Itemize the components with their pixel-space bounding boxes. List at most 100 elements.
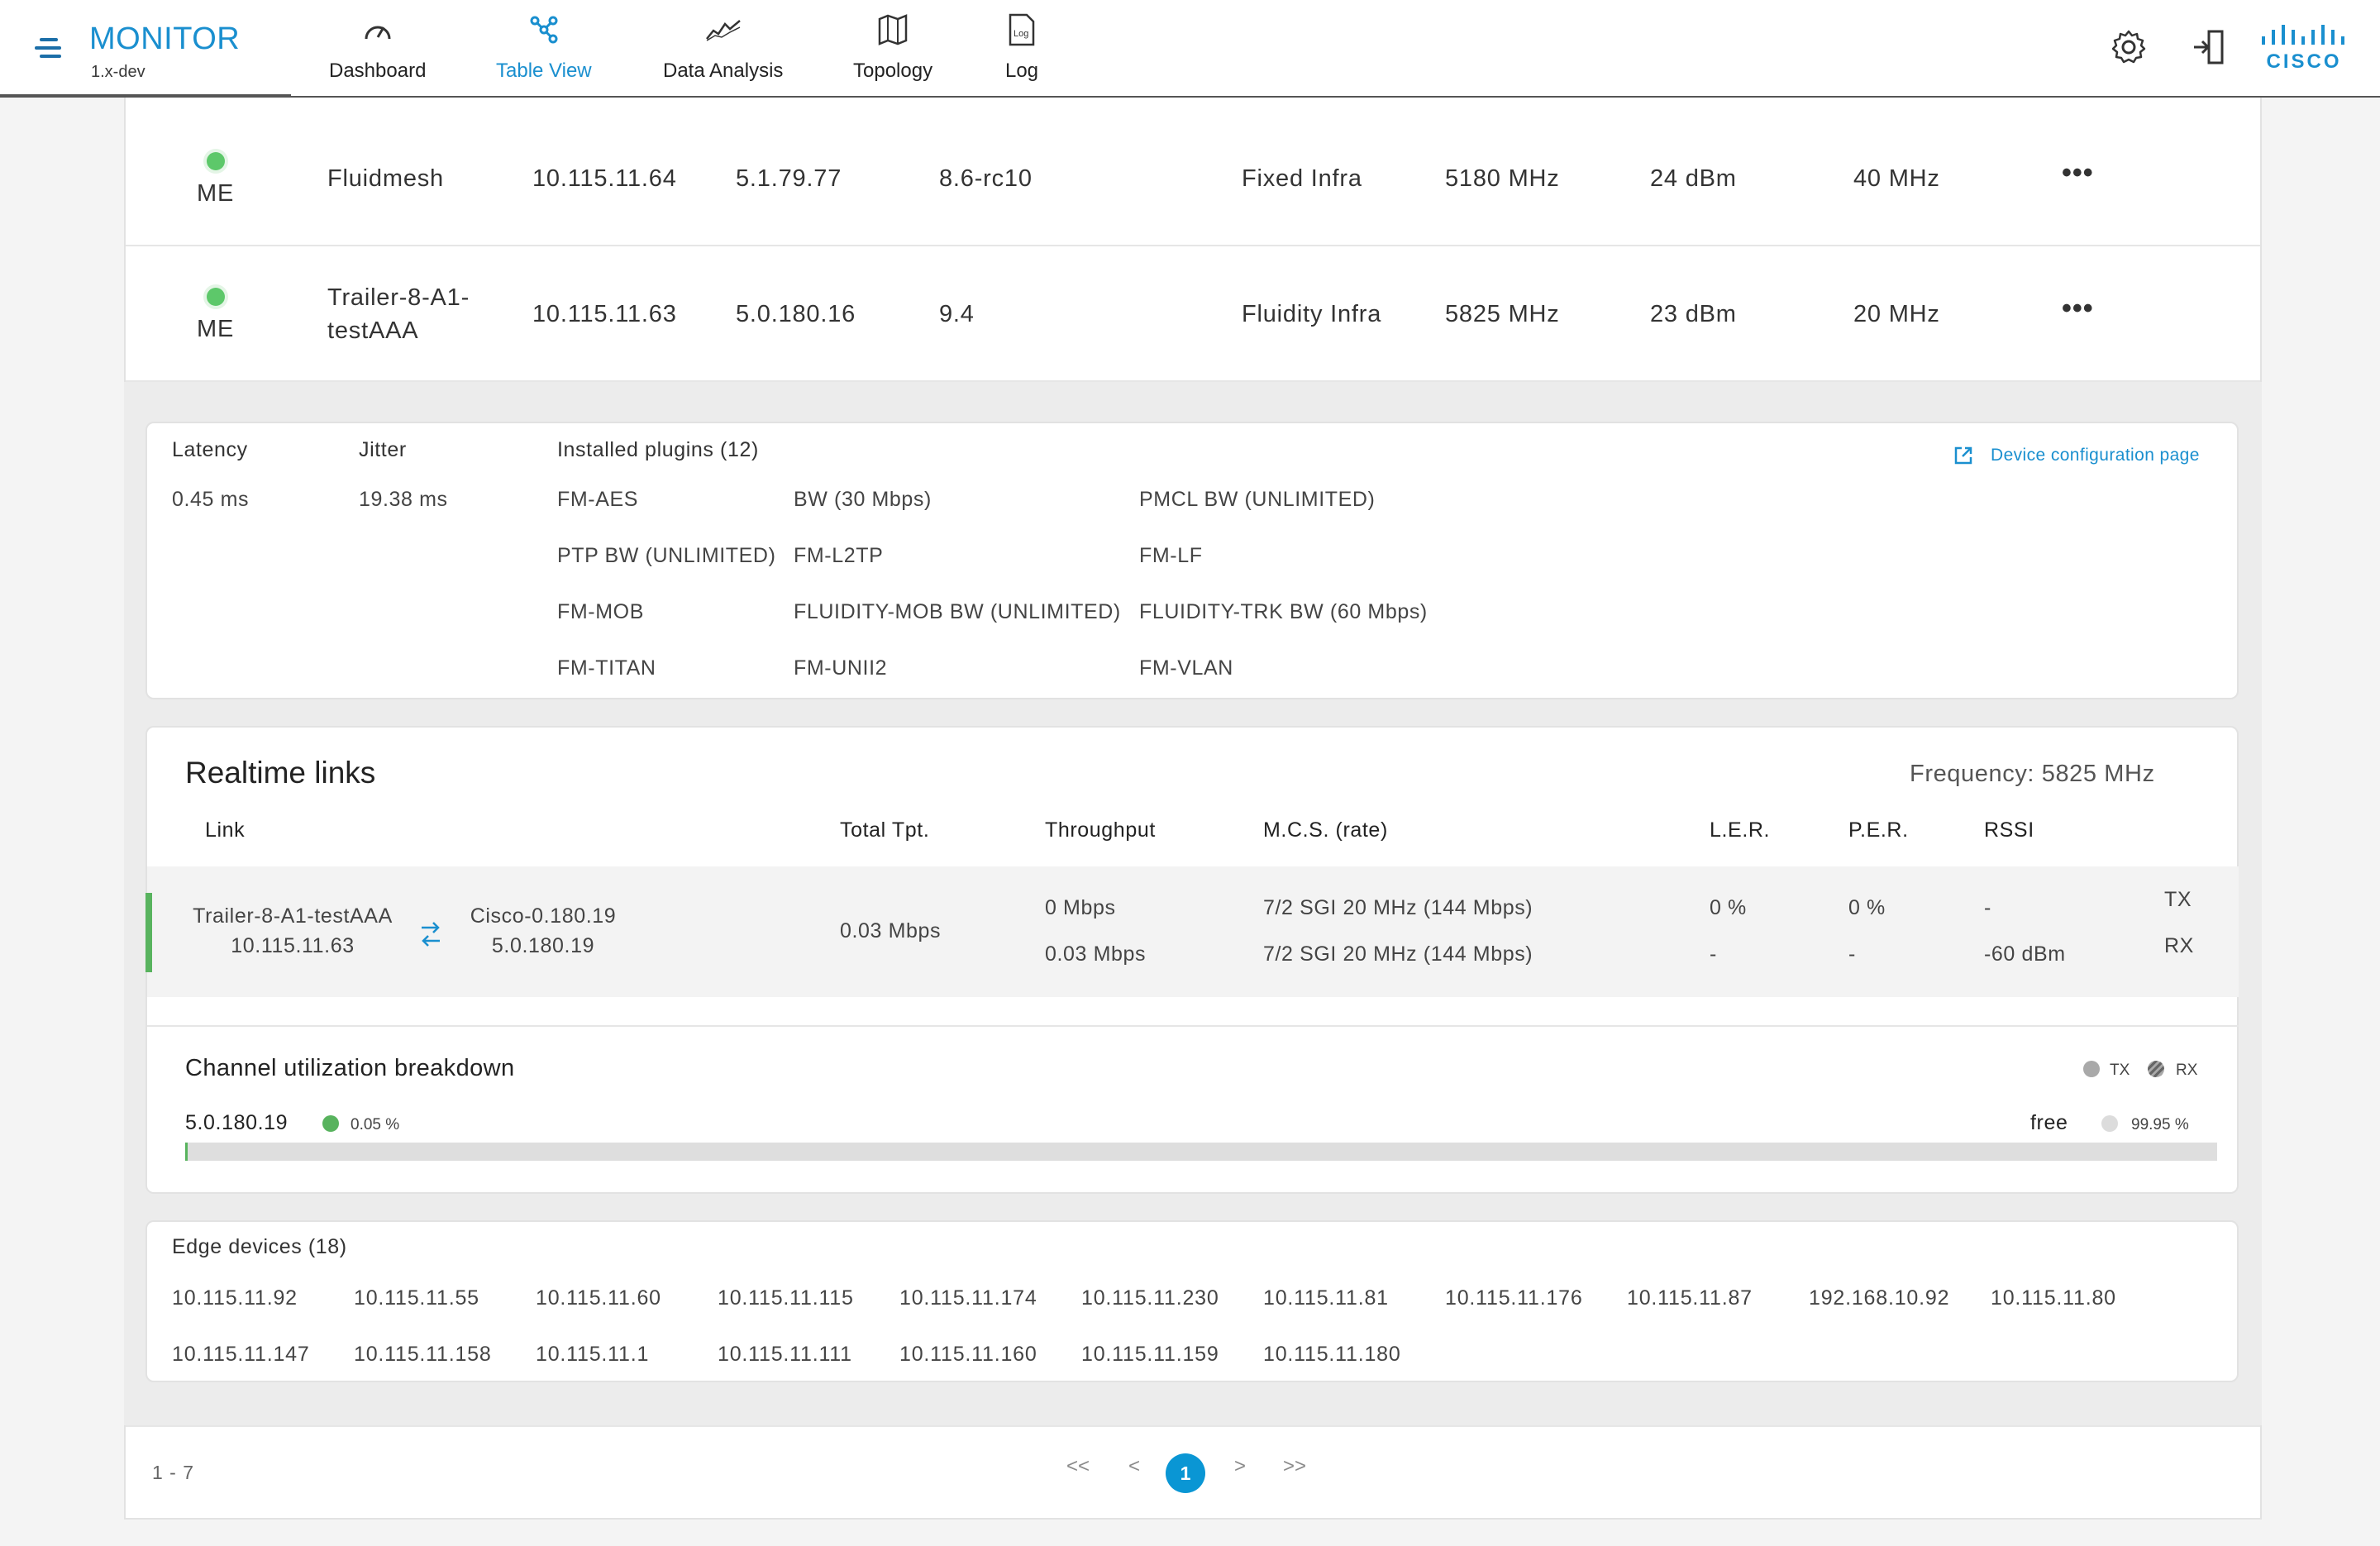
- edge-device-ip: 10.115.11.147: [172, 1343, 310, 1366]
- device-mode: Fixed Infra: [1242, 165, 1362, 192]
- device-configuration-link-text: Device configuration page: [1991, 446, 2200, 465]
- device-ip: 10.115.11.64: [532, 165, 677, 192]
- legend-tx-label: TX: [2110, 1062, 2130, 1079]
- channel-utilization-fill: [185, 1143, 188, 1161]
- jitter-value: 19.38 ms: [359, 488, 448, 511]
- free-percent: 99.95 %: [2131, 1116, 2189, 1133]
- edge-device-ip: 10.115.11.174: [899, 1286, 1037, 1310]
- edge-device-ip: 10.115.11.111: [718, 1343, 852, 1366]
- link-status-bar: [145, 893, 152, 972]
- latency-value: 0.45 ms: [172, 488, 250, 511]
- edge-device-ip: 10.115.11.80: [1991, 1286, 2116, 1310]
- section-divider: [147, 1025, 2239, 1027]
- edge-device-ip: 10.115.11.180: [1263, 1343, 1401, 1366]
- link-local-ip: 10.115.11.63: [231, 934, 355, 957]
- plugin-item: FM-LF: [1139, 544, 1203, 567]
- device-power: 24 dBm: [1650, 165, 1737, 192]
- last-page-button[interactable]: >>: [1278, 1455, 1311, 1478]
- edge-device-ip: 10.115.11.87: [1627, 1286, 1753, 1310]
- hamburger-menu-icon[interactable]: [35, 38, 63, 60]
- link-row[interactable]: [147, 866, 2239, 997]
- table-row[interactable]: ME Trailer-8-A1- testAAA 10.115.11.63 5.…: [126, 246, 2260, 382]
- device-name-line2: testAAA: [327, 317, 419, 344]
- device-firmware: 9.4: [939, 301, 975, 327]
- channel-node-id: 5.0.180.19: [185, 1111, 289, 1134]
- tab-label: Log: [1004, 60, 1039, 82]
- device-name: Fluidmesh: [327, 165, 444, 192]
- tx-rssi: -: [1984, 896, 1991, 919]
- map-icon: [875, 12, 911, 48]
- device-mode: Fluidity Infra: [1242, 301, 1382, 327]
- gear-icon[interactable]: [2110, 28, 2148, 66]
- edge-device-ip: 10.115.11.159: [1081, 1343, 1219, 1366]
- previous-page-button[interactable]: <: [1118, 1455, 1151, 1478]
- plugin-item: FM-AES: [557, 488, 639, 511]
- top-navigation-bar: MONITOR 1.x-dev Dashboard Table View Dat…: [0, 0, 2380, 98]
- tab-table-view[interactable]: Table View: [496, 12, 592, 88]
- tx-direction-label: TX: [2164, 888, 2192, 911]
- rx-direction-label: RX: [2164, 934, 2194, 957]
- first-page-button[interactable]: <<: [1061, 1455, 1095, 1478]
- device-mesh-id: 5.1.79.77: [736, 165, 842, 192]
- device-frequency: 5180 MHz: [1445, 165, 1560, 192]
- column-header-mcs: M.C.S. (rate): [1263, 818, 1388, 842]
- tab-label: Dashboard: [329, 60, 427, 82]
- column-header-ler: L.E.R.: [1710, 818, 1771, 842]
- cisco-logo-icon: CISCO: [2258, 23, 2349, 73]
- tab-log[interactable]: Log Log: [1004, 12, 1040, 88]
- tab-topology[interactable]: Topology: [853, 12, 932, 88]
- edge-device-ip: 192.168.10.92: [1809, 1286, 1950, 1310]
- device-role: ME: [197, 316, 235, 342]
- plugin-item: PMCL BW (UNLIMITED): [1139, 488, 1376, 511]
- device-role: ME: [197, 180, 235, 207]
- link-local-name: Trailer-8-A1-testAAA: [193, 904, 393, 928]
- rx-rssi: -60 dBm: [1984, 942, 2066, 966]
- edge-device-ip: 10.115.11.160: [899, 1343, 1037, 1366]
- network-nodes-icon: [526, 12, 562, 48]
- pagination-range: 1 - 7: [152, 1462, 195, 1483]
- cisco-logo-text: CISCO: [2266, 50, 2341, 73]
- free-dot: [2101, 1115, 2118, 1132]
- plugin-item: PTP BW (UNLIMITED): [557, 544, 776, 567]
- line-chart-icon: [705, 12, 742, 48]
- tab-label: Data Analysis: [663, 60, 784, 82]
- current-page-button[interactable]: 1: [1166, 1453, 1205, 1493]
- node-usage-dot: [322, 1115, 339, 1132]
- installed-plugins-label: Installed plugins (12): [557, 438, 759, 461]
- next-page-button[interactable]: >: [1223, 1455, 1257, 1478]
- plugin-item: FM-L2TP: [794, 544, 884, 567]
- column-header-total-throughput: Total Tpt.: [840, 818, 930, 842]
- plugin-item: BW (30 Mbps): [794, 488, 932, 511]
- tab-data-analysis[interactable]: Data Analysis: [663, 12, 783, 88]
- edge-device-ip: 10.115.11.60: [536, 1286, 661, 1310]
- device-power: 23 dBm: [1650, 301, 1737, 327]
- swap-arrows-icon[interactable]: [418, 919, 443, 949]
- table-row[interactable]: ME Fluidmesh 10.115.11.64 5.1.79.77 8.6-…: [126, 111, 2260, 246]
- realtime-frequency: Frequency: 5825 MHz: [1910, 761, 2155, 787]
- tab-dashboard[interactable]: Dashboard: [329, 12, 426, 88]
- logout-icon[interactable]: [2191, 28, 2229, 66]
- rx-throughput: 0.03 Mbps: [1045, 942, 1147, 966]
- realtime-links-title: Realtime links: [185, 756, 376, 790]
- device-channel-width: 20 MHz: [1853, 301, 1940, 327]
- edge-device-ip: 10.115.11.176: [1445, 1286, 1583, 1310]
- device-name: Trailer-8-A1-: [327, 284, 470, 311]
- tx-per: 0 %: [1848, 896, 1886, 919]
- more-options-icon[interactable]: •••: [2062, 157, 2094, 189]
- legend-rx-label: RX: [2176, 1062, 2198, 1079]
- tx-throughput: 0 Mbps: [1045, 896, 1116, 919]
- device-channel-width: 40 MHz: [1853, 165, 1940, 192]
- edge-device-ip: 10.115.11.81: [1263, 1286, 1389, 1310]
- node-usage-percent: 0.05 %: [351, 1116, 400, 1133]
- column-header-throughput: Throughput: [1045, 818, 1156, 842]
- edge-device-ip: 10.115.11.158: [354, 1343, 492, 1366]
- plugin-item: FM-VLAN: [1139, 656, 1233, 680]
- device-configuration-link[interactable]: Device configuration page: [1953, 445, 2200, 466]
- more-options-icon[interactable]: •••: [2062, 293, 2094, 325]
- edge-device-ip: 10.115.11.1: [536, 1343, 650, 1366]
- log-icon-text: Log: [1014, 29, 1028, 39]
- legend-tx-dot: [2083, 1061, 2100, 1077]
- status-dot: [207, 152, 225, 170]
- link-total-throughput: 0.03 Mbps: [840, 919, 942, 942]
- gauge-icon: [360, 12, 396, 48]
